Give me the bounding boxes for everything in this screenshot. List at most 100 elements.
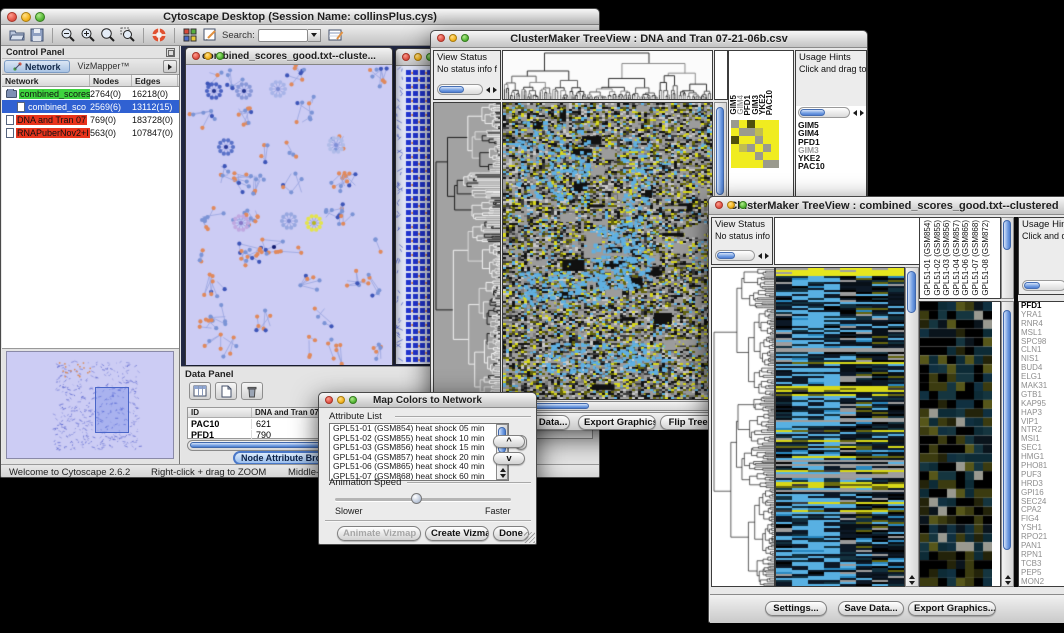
select-attributes-icon[interactable] — [189, 382, 211, 400]
zoom-window-icon[interactable] — [216, 52, 224, 60]
cytoscape-titlebar[interactable]: Cytoscape Desktop (Session Name: collins… — [1, 9, 599, 25]
scrollbar-thumb[interactable] — [1003, 310, 1011, 550]
matrix-cell[interactable] — [763, 152, 771, 160]
tv2-status-hscrollbar[interactable] — [715, 250, 769, 261]
scroll-up-icon[interactable] — [500, 468, 506, 472]
new-document-icon[interactable] — [215, 382, 237, 400]
export-graphics-button[interactable]: Export Graphics... — [578, 415, 656, 430]
matrix-cell[interactable] — [747, 120, 755, 128]
delete-trash-icon[interactable] — [241, 382, 263, 400]
vizmapper-icon[interactable] — [180, 26, 200, 44]
tv2-heatmap-canvas[interactable] — [776, 268, 904, 586]
float-panel-icon[interactable] — [166, 48, 175, 57]
matrix-cell[interactable] — [739, 136, 747, 144]
network-row[interactable]: combined_sco2569(6)13112(15) — [2, 100, 179, 113]
scroll-left-icon[interactable] — [758, 253, 762, 259]
matrix-cell[interactable] — [771, 160, 779, 168]
export-graphics-button[interactable]: Export Graphics... — [908, 601, 996, 616]
save-icon[interactable] — [27, 26, 47, 44]
minimize-icon[interactable] — [414, 53, 422, 61]
dialog-titlebar[interactable]: Map Colors to Network — [319, 393, 536, 408]
scroll-down-icon[interactable] — [1005, 581, 1011, 585]
matrix-cell[interactable] — [747, 160, 755, 168]
scrollbar-thumb[interactable] — [1003, 220, 1011, 250]
close-icon[interactable] — [325, 396, 333, 404]
tv2-col-label[interactable]: GPL51-02 (GSM855) — [934, 220, 942, 296]
zoom-out-icon[interactable] — [58, 26, 78, 44]
tab-network[interactable]: Network — [4, 60, 70, 73]
network-row[interactable]: DNA and Tran 07769(0)183728(0) — [2, 113, 179, 126]
animate-vizmap-button[interactable]: Animate Vizmap — [337, 526, 421, 541]
tv1-col-label[interactable]: PAC10 — [766, 90, 774, 115]
scrollbar-track[interactable] — [715, 250, 755, 261]
tv2-col-label[interactable]: GPL51-03 (GSM856) — [943, 220, 951, 296]
tv2-col-label[interactable]: GPL51-08 (GSM872) — [982, 220, 990, 296]
tv1-status-hscrollbar[interactable] — [437, 84, 497, 95]
tab-vizmapper[interactable]: VizMapper™ — [70, 60, 138, 73]
matrix-cell[interactable] — [755, 160, 763, 168]
matrix-cell[interactable] — [755, 120, 763, 128]
scroll-left-icon[interactable] — [853, 110, 857, 116]
scrollbar-thumb[interactable] — [907, 271, 916, 313]
matrix-cell[interactable] — [739, 144, 747, 152]
matrix-cell[interactable] — [747, 136, 755, 144]
scrollbar-thumb[interactable] — [717, 252, 735, 259]
tv2-hints-hscrollbar[interactable] — [1022, 280, 1064, 291]
network-overview-panel[interactable] — [6, 351, 174, 459]
resize-grip[interactable] — [524, 532, 535, 543]
tv2-col-label[interactable]: GPL51-01 (GSM854) — [924, 220, 932, 296]
matrix-cell[interactable] — [747, 152, 755, 160]
tab-overflow-button[interactable] — [163, 60, 177, 73]
matrix-cell[interactable] — [763, 136, 771, 144]
scroll-down-icon[interactable] — [909, 581, 915, 585]
scrollbar-track[interactable] — [1022, 280, 1064, 291]
matrix-cell[interactable] — [739, 120, 747, 128]
scrollbar-thumb[interactable] — [716, 107, 724, 195]
zoom-in-icon[interactable] — [78, 26, 98, 44]
tv1-labels-hscrollbar[interactable] — [798, 107, 864, 118]
tv1-heatmap-canvas[interactable] — [503, 103, 712, 399]
matrix-cell[interactable] — [739, 160, 747, 168]
minimize-icon[interactable] — [449, 34, 457, 42]
close-icon[interactable] — [7, 12, 17, 22]
search-input[interactable] — [258, 29, 308, 42]
scrollbar-thumb[interactable] — [439, 86, 464, 93]
tv2-col-label[interactable]: GPL51-06 (GSM865) — [962, 220, 970, 296]
tv2-row-dendrogram[interactable] — [712, 268, 774, 586]
treeview-combined-titlebar[interactable]: ClusterMaker TreeView : combined_scores_… — [709, 197, 1064, 215]
animation-speed-slider[interactable] — [335, 498, 511, 501]
move-down-button[interactable]: v — [493, 452, 525, 465]
gene-label[interactable]: MON2 — [1019, 578, 1064, 587]
network-view-titlebar[interactable]: combined_scores_good.txt--cluste... — [186, 48, 392, 65]
help-lifering-icon[interactable] — [149, 26, 169, 44]
column-header-edges[interactable]: Edges — [132, 75, 178, 86]
matrix-cell[interactable] — [739, 152, 747, 160]
tv2-vscrollbar[interactable] — [905, 267, 919, 587]
matrix-cell[interactable] — [755, 128, 763, 136]
matrix-cell[interactable] — [731, 120, 739, 128]
matrix-cell[interactable] — [771, 144, 779, 152]
scroll-down-icon[interactable] — [500, 474, 506, 478]
minimize-icon[interactable] — [21, 12, 31, 22]
matrix-cell[interactable] — [747, 128, 755, 136]
column-header-id[interactable]: ID — [188, 408, 252, 417]
network-row[interactable]: combined_scores2764(0)16218(0) — [2, 87, 179, 100]
scroll-right-icon[interactable] — [765, 253, 769, 259]
overview-selection-rect[interactable] — [95, 387, 129, 433]
zoom-window-icon[interactable] — [461, 34, 469, 42]
matrix-cell[interactable] — [763, 128, 771, 136]
tv1-row-dendrogram[interactable] — [434, 103, 500, 399]
tv2-col-label[interactable]: GPL51-04 (GSM857) — [953, 220, 961, 296]
tv2-gene-vscrollbar[interactable] — [1001, 301, 1014, 587]
close-icon[interactable] — [437, 34, 445, 42]
close-icon[interactable] — [192, 52, 200, 60]
matrix-cell[interactable] — [731, 144, 739, 152]
scroll-up-icon[interactable] — [1005, 575, 1011, 579]
scrollbar-track[interactable] — [437, 84, 483, 95]
column-header-nodes[interactable]: Nodes — [90, 75, 132, 86]
overview-canvas[interactable] — [7, 352, 173, 458]
matrix-cell[interactable] — [747, 144, 755, 152]
treeview-dna-titlebar[interactable]: ClusterMaker TreeView : DNA and Tran 07-… — [431, 31, 867, 48]
create-vizmap-button[interactable]: Create Vizmap — [425, 526, 489, 541]
tv2-zoom-heatmap-canvas[interactable] — [920, 302, 992, 586]
